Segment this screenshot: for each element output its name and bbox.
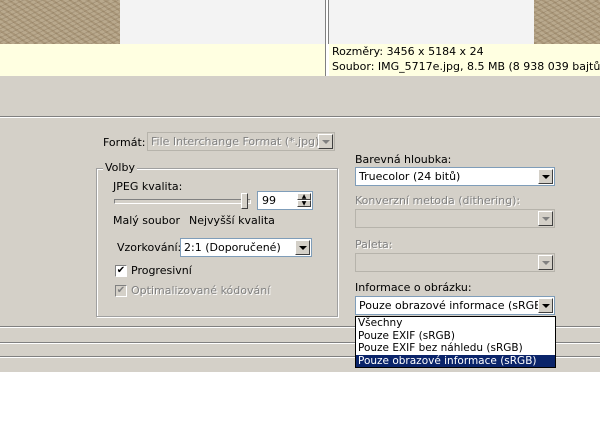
jpeg-quality-slider-thumb[interactable] (240, 193, 248, 209)
image-info-option[interactable]: Pouze EXIF bez náhledu (sRGB) (356, 342, 555, 355)
image-dimensions: Rozměry: 3456 x 5184 x 24 (332, 45, 484, 58)
image-info-label: Informace o obrázku: (355, 281, 472, 294)
optimized-coding-checkbox[interactable]: ✔ (115, 285, 127, 297)
image-info-option[interactable]: Všechny (356, 317, 555, 330)
chevron-down-icon (538, 169, 553, 184)
color-depth-select[interactable]: Truecolor (24 bitů) (355, 167, 555, 186)
image-info-value: Pouze obrazové informace (sRGB) (359, 299, 546, 312)
chevron-down-icon (538, 255, 553, 270)
right-preview-image (534, 0, 600, 44)
right-info-panel: Rozměry: 3456 x 5184 x 24 Soubor: IMG_57… (329, 44, 600, 76)
image-file-info: Soubor: IMG_5717e.jpg, 8.5 MB (8 938 039… (332, 60, 600, 73)
left-preview-image (0, 0, 120, 44)
image-info-select[interactable]: Pouze obrazové informace (sRGB) (355, 296, 555, 315)
sampling-value: 2:1 (Doporučené) (184, 241, 281, 254)
highest-quality-label: Nejvyšší kvalita (189, 214, 275, 227)
sampling-select[interactable]: 2:1 (Doporučené) (180, 238, 312, 257)
image-info-dropdown-list: Všechny Pouze EXIF (sRGB) Pouze EXIF bez n… (355, 316, 556, 368)
chevron-down-icon (538, 211, 553, 226)
optimized-coding-label: Optimalizované kódování (131, 284, 271, 297)
sampling-label: Vzorkování: (117, 241, 182, 254)
left-preview-area (120, 0, 325, 44)
jpeg-quality-value: 99 (262, 194, 276, 207)
small-file-label: Malý soubor (113, 214, 180, 227)
progressive-checkbox[interactable]: ✔ (115, 265, 127, 277)
palette-label: Paleta: (355, 238, 393, 251)
image-info-option[interactable]: Pouze EXIF (sRGB) (356, 330, 555, 343)
jpeg-quality-label: JPEG kvalita: (113, 180, 183, 193)
separator (0, 117, 600, 118)
left-info-panel (0, 44, 325, 76)
spin-up-icon[interactable]: ▲ (297, 193, 311, 200)
divider (328, 0, 329, 44)
spin-down-icon[interactable]: ▼ (297, 200, 311, 207)
chevron-down-icon (538, 298, 553, 313)
color-depth-label: Barevná hloubka: (355, 153, 452, 166)
conversion-method-select[interactable] (355, 209, 555, 228)
color-depth-value: Truecolor (24 bitů) (359, 170, 461, 183)
right-preview-area (329, 0, 534, 44)
chevron-down-icon (318, 134, 333, 149)
options-group-title: Volby (103, 161, 137, 174)
check-icon: ✔ (116, 285, 126, 296)
check-icon: ✔ (116, 265, 126, 276)
format-value: File Interchange Format (*.jpg) (151, 135, 320, 148)
divider (325, 0, 326, 76)
jpeg-quality-spinner[interactable]: 99 ▲ ▼ (257, 191, 313, 210)
image-info-option[interactable]: Pouze obrazové informace (sRGB) (356, 354, 555, 367)
conversion-method-label: Konverzní metoda (dithering): (355, 194, 521, 207)
format-label: Formát: (103, 136, 146, 149)
format-select[interactable]: File Interchange Format (*.jpg) (147, 132, 335, 151)
palette-select[interactable] (355, 253, 555, 272)
jpeg-quality-slider-track[interactable] (114, 199, 251, 204)
progressive-label: Progresivní (131, 264, 192, 277)
chevron-down-icon (295, 240, 310, 255)
